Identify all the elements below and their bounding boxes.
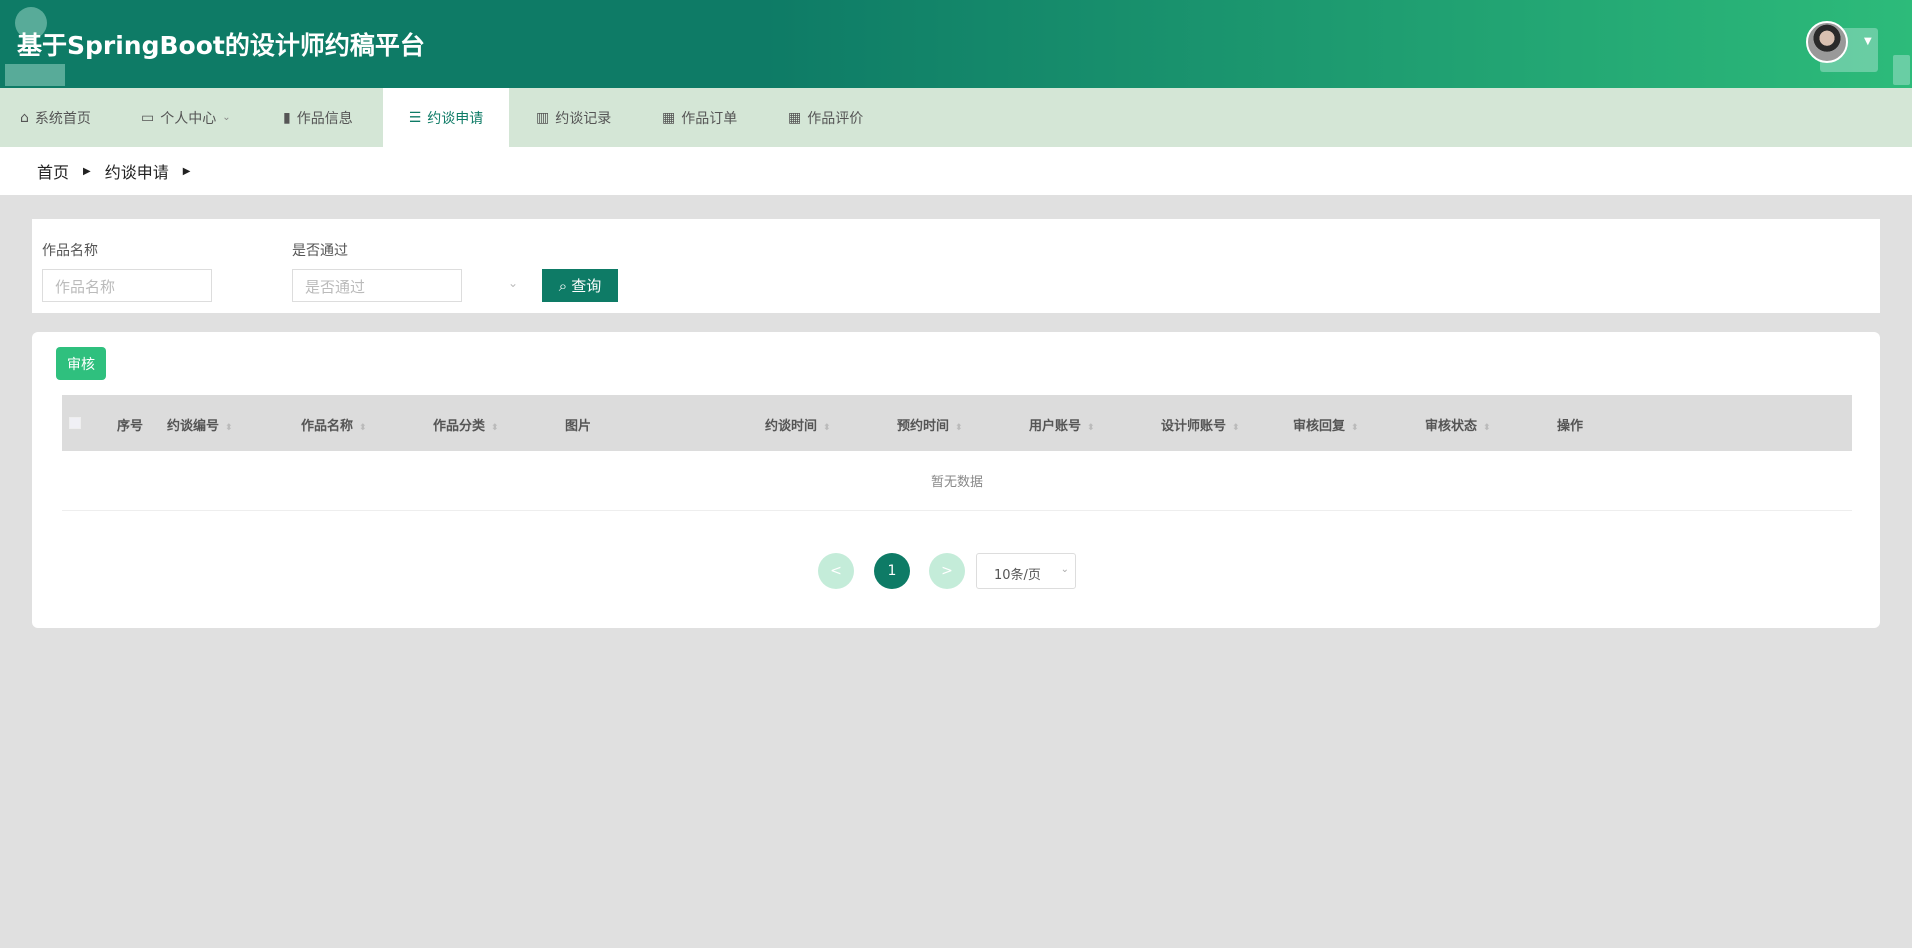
col-interview-time[interactable]: 约谈时间 ⬍ bbox=[765, 415, 831, 434]
sort-icon: ⬍ bbox=[225, 423, 233, 433]
top-nav: ⌂ 系统首页 ▭ 个人中心 ⌄ ▮ 作品信息 ☰ 约谈申请 ▥ 约谈记录 ▦ 作品订单 ▦ 作品… bbox=[0, 88, 1912, 147]
clipboard-icon: ▮ bbox=[283, 109, 291, 126]
nav-item-works[interactable]: ▮ 作品信息 bbox=[283, 88, 353, 147]
grid-icon: ▦ bbox=[662, 109, 676, 126]
sort-icon: ⬍ bbox=[1087, 423, 1095, 433]
phone-decoration-icon bbox=[1893, 55, 1910, 85]
nav-item-home[interactable]: ⌂ 系统首页 bbox=[20, 88, 91, 147]
col-designer-account[interactable]: 设计师账号 ⬍ bbox=[1161, 415, 1240, 434]
nav-item-interview-apply[interactable]: ☰ 约谈申请 bbox=[383, 88, 509, 147]
nav-label: 作品评价 bbox=[807, 110, 864, 127]
home-icon: ⌂ bbox=[20, 109, 29, 126]
sort-icon: ⬍ bbox=[955, 423, 963, 433]
page-size-value: 10条/页 bbox=[994, 568, 1041, 583]
sort-icon: ⬍ bbox=[491, 423, 499, 433]
nav-item-personal-center[interactable]: ▭ 个人中心 ⌄ bbox=[141, 88, 231, 147]
sort-icon: ⬍ bbox=[1232, 423, 1240, 433]
page-1-button[interactable]: 1 bbox=[874, 553, 910, 589]
nav-label: 约谈申请 bbox=[427, 110, 484, 127]
chevron-down-icon[interactable]: ⌄ bbox=[508, 276, 518, 290]
chevron-down-icon: ⌄ bbox=[1060, 564, 1069, 575]
app-header: 基于SpringBoot的设计师约稿平台 ▼ bbox=[0, 0, 1912, 88]
grid-icon: ▦ bbox=[788, 109, 802, 126]
col-audit-reply[interactable]: 审核回复 ⬍ bbox=[1293, 415, 1359, 434]
breadcrumb-home[interactable]: 首页 bbox=[37, 159, 69, 183]
col-appointment-time[interactable]: 预约时间 ⬍ bbox=[897, 415, 963, 434]
col-image: 图片 bbox=[565, 419, 592, 434]
nav-item-reviews[interactable]: ▦ 作品评价 bbox=[788, 88, 863, 147]
breadcrumb-current: 约谈申请 bbox=[104, 163, 169, 182]
work-name-input[interactable]: 作品名称 bbox=[42, 269, 212, 302]
pass-label: 是否通过 bbox=[292, 243, 348, 259]
list-icon: ☰ bbox=[408, 109, 422, 126]
col-work-name[interactable]: 作品名称 ⬍ bbox=[301, 415, 367, 434]
pass-select[interactable]: 是否通过 bbox=[292, 269, 462, 302]
sort-icon: ⬍ bbox=[359, 423, 367, 433]
books-decoration-icon bbox=[5, 64, 65, 86]
sort-icon: ⬍ bbox=[1351, 423, 1359, 433]
nav-label: 个人中心 bbox=[160, 110, 217, 127]
empty-state: 暂无数据 bbox=[62, 451, 1852, 511]
caret-down-icon[interactable]: ▼ bbox=[1864, 36, 1872, 47]
col-user-account[interactable]: 用户账号 ⬍ bbox=[1029, 415, 1095, 434]
work-name-label: 作品名称 bbox=[42, 243, 98, 259]
query-label: 查询 bbox=[571, 277, 602, 295]
table-header: 序号 约谈编号 ⬍ 作品名称 ⬍ 作品分类 ⬍ 图片 约谈时间 ⬍ 预约时间 ⬍ 用户账号… bbox=[62, 395, 1852, 451]
nav-label: 作品订单 bbox=[681, 110, 738, 127]
user-avatar[interactable] bbox=[1806, 21, 1848, 63]
book-icon: ▥ bbox=[536, 109, 550, 126]
query-button[interactable]: ⌕ 查询 bbox=[542, 269, 618, 302]
chevron-right-icon: ▶ bbox=[83, 165, 91, 177]
search-icon: ⌕ bbox=[558, 276, 568, 295]
col-index: 序号 bbox=[117, 419, 144, 434]
chevron-right-icon: ▶ bbox=[182, 165, 191, 177]
sort-icon: ⬍ bbox=[823, 423, 831, 433]
col-actions: 操作 bbox=[1557, 419, 1584, 434]
next-page-button[interactable]: > bbox=[929, 553, 965, 589]
page-size-select[interactable]: 10条/页 ⌄ bbox=[976, 553, 1076, 589]
col-interview-no[interactable]: 约谈编号 ⬍ bbox=[167, 415, 233, 434]
nav-label: 系统首页 bbox=[34, 110, 91, 127]
col-audit-status[interactable]: 审核状态 ⬍ bbox=[1425, 415, 1491, 434]
nav-item-orders[interactable]: ▦ 作品订单 bbox=[662, 88, 737, 147]
nav-item-interview-records[interactable]: ▥ 约谈记录 bbox=[536, 88, 611, 147]
nav-label: 约谈记录 bbox=[555, 110, 612, 127]
col-work-category[interactable]: 作品分类 ⬍ bbox=[433, 415, 499, 434]
select-all-checkbox[interactable] bbox=[69, 417, 81, 429]
audit-button[interactable]: 审核 bbox=[56, 347, 106, 380]
chevron-down-icon: ⌄ bbox=[222, 112, 231, 123]
breadcrumb: 首页 ▶ 约谈申请 ▶ bbox=[0, 147, 1912, 195]
nav-label: 作品信息 bbox=[296, 110, 353, 127]
app-title: 基于SpringBoot的设计师约稿平台 bbox=[17, 31, 425, 60]
sort-icon: ⬍ bbox=[1483, 423, 1491, 433]
prev-page-button[interactable]: < bbox=[818, 553, 854, 589]
wallet-icon: ▭ bbox=[141, 109, 155, 126]
